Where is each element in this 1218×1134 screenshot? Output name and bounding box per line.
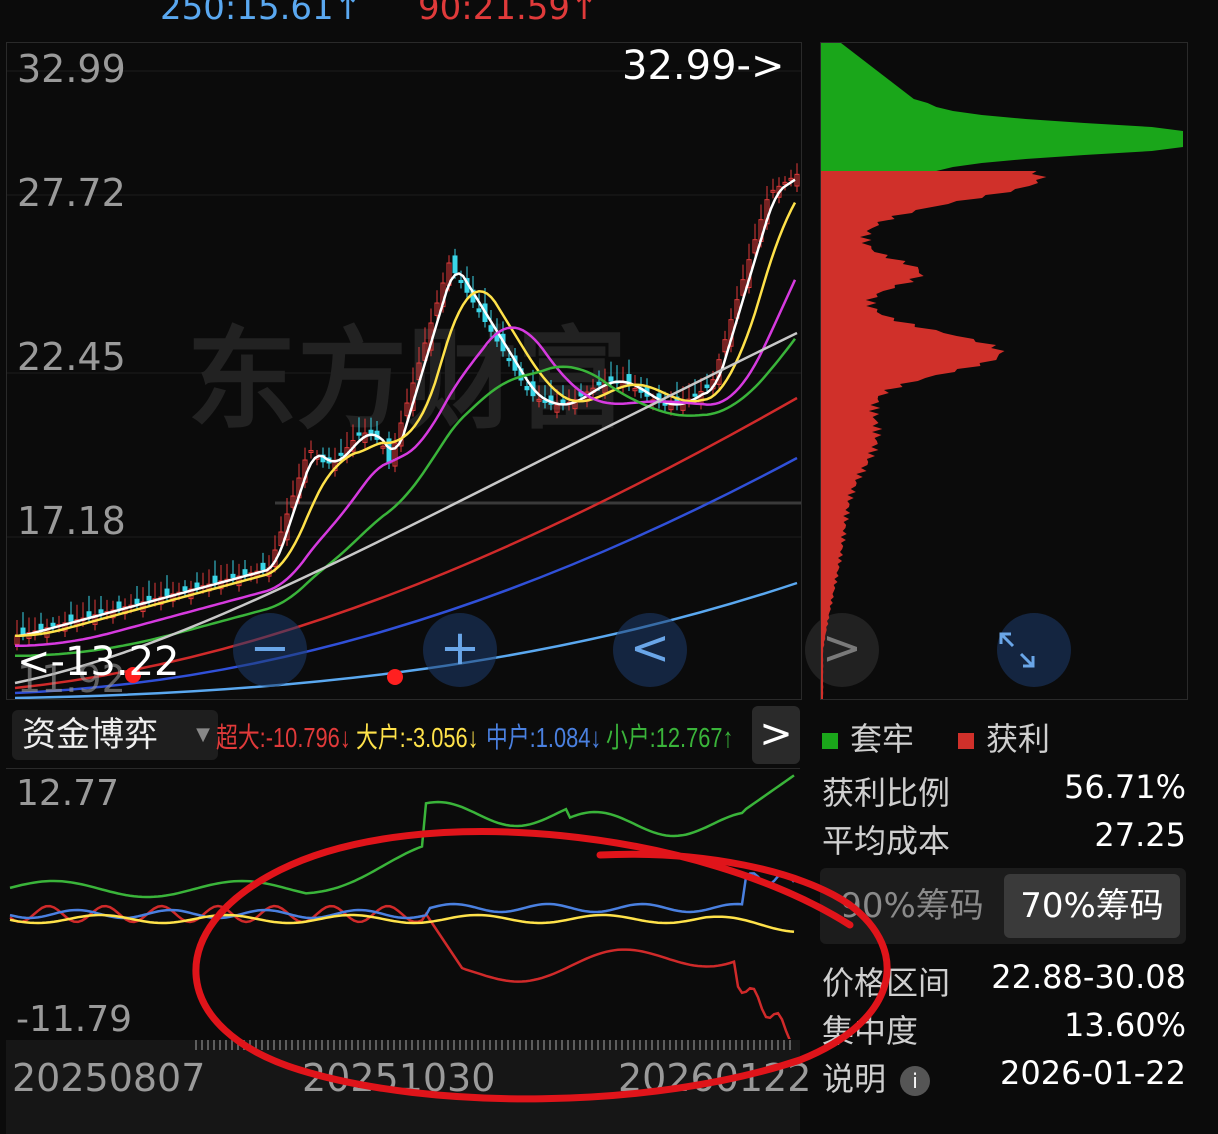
medium-value: 中户:1.084↓ [486,722,602,753]
large-value: 大户:-3.056↓ [356,722,479,753]
date-label: 20250807 [12,1056,206,1100]
ma90-label: 90:21.59↑ [418,0,599,28]
tab-70-chips[interactable]: 70%筹码 [1004,874,1180,938]
price-axis-label: 17.18 [17,499,126,543]
price-axis-label: 22.45 [17,335,126,379]
price-range-label: 价格区间 [822,964,951,1002]
chip-tabs: 90%筹码 70%筹码 [820,868,1186,944]
plus-icon: + [439,620,481,676]
minus-icon: − [249,620,291,676]
concentration-label: 集中度 [822,1012,919,1050]
note-label[interactable]: 说明 i [822,1054,931,1100]
price-axis-label: 32.99 [17,47,126,91]
zoom-out-button[interactable]: − [233,613,307,687]
kline-chart[interactable]: 东方财富 32.99 27.72 22.45 17.18 11.92 32.99… [6,42,1071,701]
low-price-marker: <-13.22 [17,639,180,685]
date-label: 20251030 [302,1056,496,1100]
date-axis: 20250807 20251030 20260122 [6,1040,811,1134]
date-label: 20260122 [618,1056,812,1100]
kline-svg: 东方财富 [7,70,801,699]
chip-distribution-chart [820,42,1188,700]
ma250-label: 250:15.61↑ [160,0,363,28]
profit-ratio-label: 获利比例 [822,774,951,812]
legend-trapped: 套牢 [822,714,914,760]
profit-ratio-value: 56.71% [1063,768,1186,806]
fund-axis-min: -11.79 [16,999,133,1040]
indicator-bar: 资金博弈 ▼ 超大:-10.796↓ 大户:-3.056↓ 中户:1.084↓ … [6,708,800,762]
indicator-name: 资金博弈 [22,715,158,755]
concentration-value: 13.60% [1063,1006,1186,1044]
chevron-right-icon: > [759,711,793,757]
avg-cost-value: 27.25 [1094,816,1186,854]
chip-svg [821,43,1183,699]
info-icon[interactable]: i [900,1066,931,1096]
zoom-in-button[interactable]: + [423,613,497,687]
avg-cost-label: 平均成本 [822,822,951,860]
price-axis-label: 27.72 [17,171,126,215]
fund-axis-max: 12.77 [16,773,120,814]
super-large-value: 超大:-10.796↓ [216,722,351,753]
fund-flow-chart: 12.77 -11.79 [6,768,800,1045]
indicator-select[interactable]: 资金博弈 ▼ [12,710,218,760]
prev-button[interactable]: < [613,613,687,687]
indicator-next-button[interactable]: > [752,706,800,764]
legend-profit: 获利 [958,714,1050,760]
high-price-marker: 32.99-> [622,43,785,89]
price-range-value: 22.88-30.08 [991,958,1186,996]
tab-90-chips[interactable]: 90%筹码 [824,874,1000,938]
caret-down-icon: ▼ [196,724,210,745]
note-date: 2026-01-22 [1000,1054,1186,1092]
small-value: 小户:12.767↑ [606,722,734,753]
chevron-left-icon: < [629,620,671,676]
